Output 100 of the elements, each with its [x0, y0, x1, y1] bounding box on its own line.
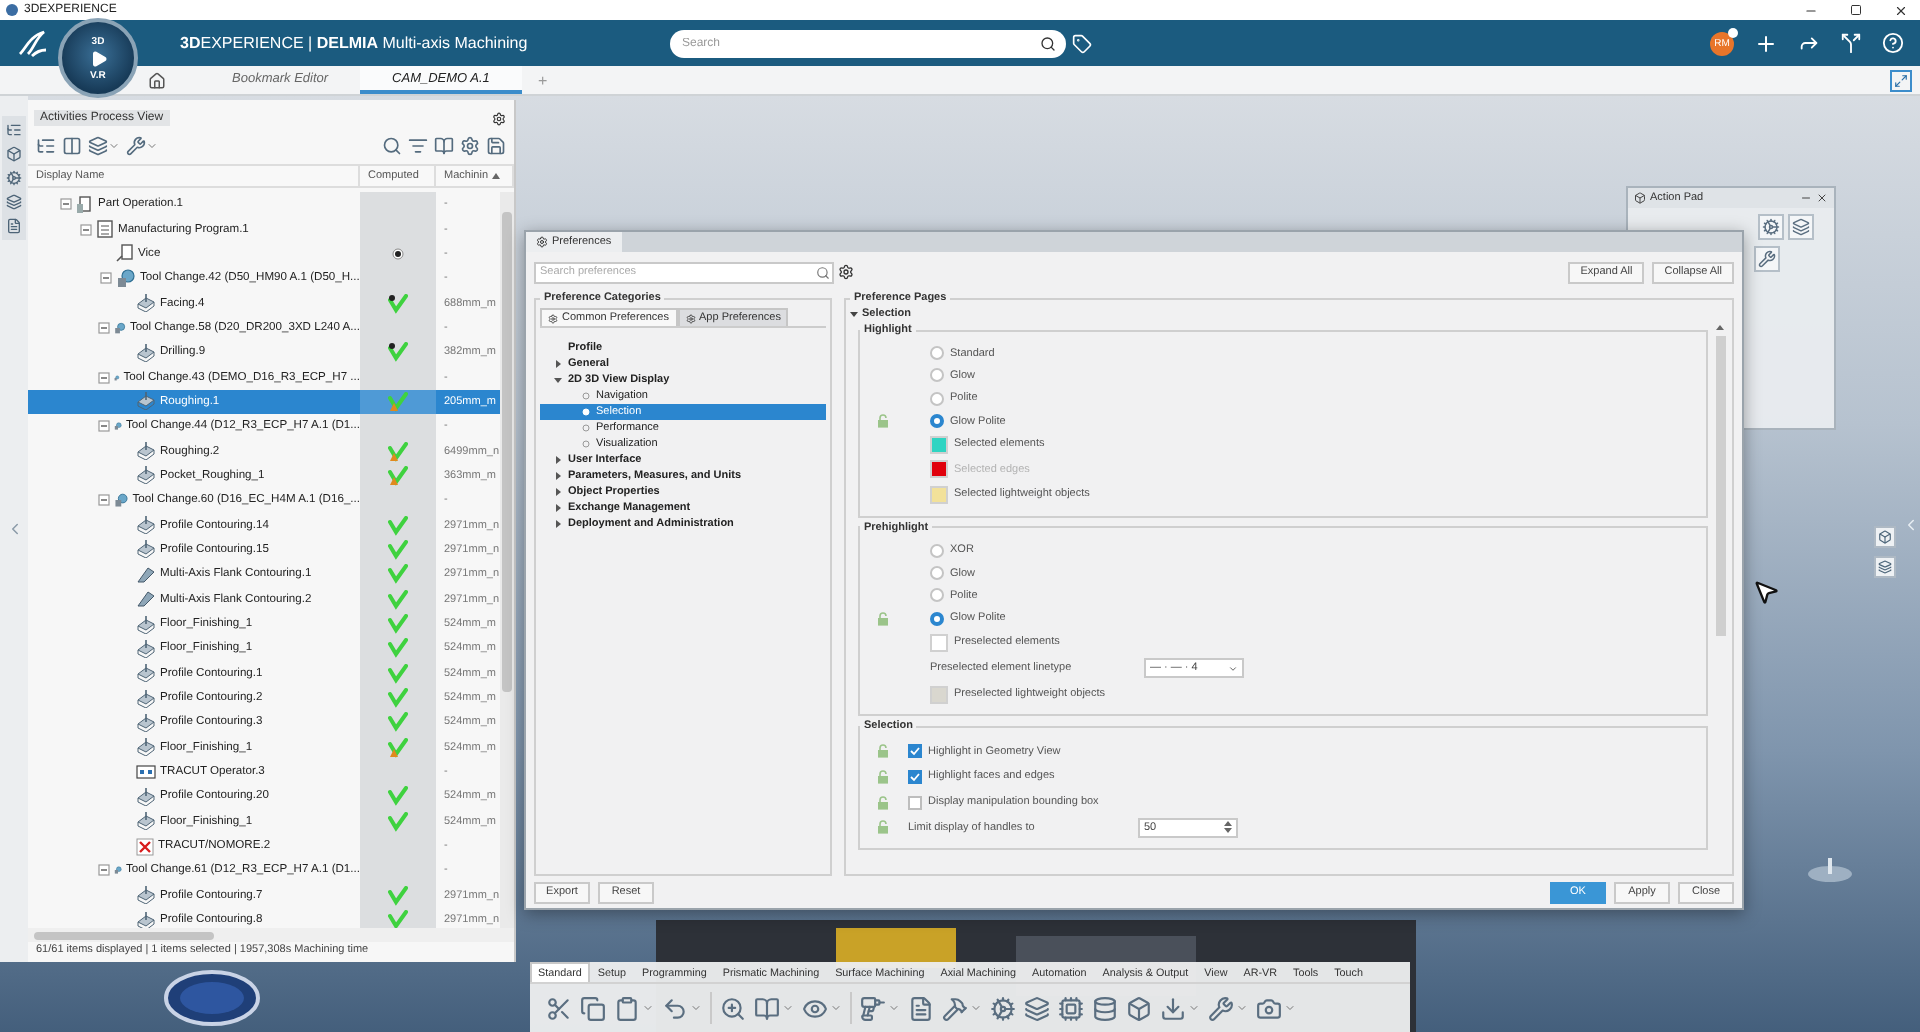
- tool-button[interactable]: [1788, 214, 1814, 240]
- play-icon[interactable]: [89, 49, 107, 67]
- color-swatch[interactable]: [930, 485, 948, 504]
- home-icon[interactable]: [148, 71, 166, 89]
- radio-button[interactable]: [930, 588, 944, 603]
- collapse-toggle[interactable]: [98, 864, 110, 877]
- collapse-toggle[interactable]: [98, 371, 110, 384]
- caret-icon[interactable]: [553, 488, 561, 496]
- collapse-toggle[interactable]: [99, 272, 111, 285]
- download-icon[interactable]: [1160, 995, 1186, 1021]
- side-tool-button[interactable]: [1874, 556, 1896, 578]
- caret-icon[interactable]: [553, 504, 561, 512]
- tree-icon[interactable]: [36, 136, 56, 156]
- checkbox[interactable]: [908, 795, 922, 810]
- cursor-icon: [1752, 578, 1780, 606]
- settings-icon[interactable]: [838, 264, 854, 280]
- camera-icon[interactable]: [1256, 995, 1282, 1021]
- color-swatch[interactable]: [930, 633, 948, 652]
- caret-icon[interactable]: [553, 472, 561, 480]
- document-icon: [116, 244, 134, 263]
- split-icon[interactable]: [1840, 32, 1862, 54]
- caret-icon[interactable]: [553, 360, 561, 368]
- tree-icon[interactable]: [6, 122, 22, 138]
- collapse-toggle[interactable]: [98, 420, 110, 433]
- collapse-toggle[interactable]: [98, 321, 110, 334]
- save-icon[interactable]: [486, 136, 506, 156]
- scissors-icon[interactable]: [546, 995, 572, 1021]
- minimize-icon[interactable]: [1800, 192, 1812, 204]
- warning-icon: [388, 441, 408, 462]
- layers-icon[interactable]: [1024, 995, 1050, 1021]
- maximize-icon[interactable]: [1850, 3, 1862, 15]
- color-swatch[interactable]: [930, 685, 948, 704]
- list-icon: [96, 220, 114, 239]
- settings-icon[interactable]: [492, 112, 506, 126]
- hammer-icon[interactable]: [942, 995, 968, 1021]
- layers-icon[interactable]: [88, 136, 108, 156]
- caret-icon[interactable]: [553, 456, 561, 464]
- layers-icon[interactable]: [6, 194, 22, 210]
- radio-button[interactable]: [930, 611, 944, 626]
- wrench-icon[interactable]: [126, 136, 146, 156]
- help-icon[interactable]: [1882, 32, 1904, 54]
- chip-icon[interactable]: [1058, 995, 1084, 1021]
- radio-button[interactable]: [930, 391, 944, 406]
- book-icon[interactable]: [434, 136, 454, 156]
- block-icon: [136, 713, 156, 732]
- check-icon: [388, 786, 408, 807]
- block-icon: [136, 911, 156, 928]
- document-icon: [76, 195, 94, 214]
- color-swatch[interactable]: [930, 435, 948, 454]
- tag-icon[interactable]: [1072, 33, 1092, 53]
- block-icon: [136, 886, 156, 905]
- sort-arrow-icon[interactable]: [492, 172, 501, 180]
- zoom-in-icon[interactable]: [720, 995, 746, 1021]
- checkbox[interactable]: [908, 769, 922, 784]
- document-icon[interactable]: [908, 995, 934, 1021]
- add-icon[interactable]: [1754, 31, 1778, 55]
- tool-button[interactable]: [1754, 246, 1780, 272]
- tool-button[interactable]: [1758, 214, 1784, 240]
- check-icon: [388, 663, 408, 684]
- block-icon: [136, 294, 156, 313]
- filter-icon[interactable]: [408, 136, 428, 156]
- app-icon: [6, 4, 18, 16]
- machine-icon: [136, 763, 156, 782]
- wrench-icon[interactable]: [1208, 995, 1234, 1021]
- document-icon[interactable]: [6, 218, 22, 234]
- fullscreen-button[interactable]: [1890, 69, 1912, 91]
- block-icon: [136, 343, 156, 362]
- clipboard-icon[interactable]: [614, 995, 640, 1021]
- radio-button[interactable]: [930, 543, 944, 558]
- radio-button[interactable]: [930, 414, 944, 429]
- caret-icon[interactable]: [553, 376, 561, 384]
- scroll-up-icon[interactable]: [1716, 324, 1724, 332]
- horizontal-scrollbar[interactable]: [28, 928, 514, 942]
- drill-icon[interactable]: [860, 995, 886, 1021]
- caret-icon[interactable]: [553, 520, 561, 528]
- collapse-toggle[interactable]: [79, 223, 91, 236]
- collapse-toggle[interactable]: [98, 494, 110, 507]
- eye-icon[interactable]: [802, 995, 828, 1021]
- dot-icon: [388, 243, 408, 264]
- undo-icon[interactable]: [662, 995, 688, 1021]
- close-icon[interactable]: [1816, 192, 1828, 204]
- checkbox[interactable]: [908, 744, 922, 759]
- scrollbar[interactable]: [500, 192, 514, 928]
- caret-icon[interactable]: [850, 310, 858, 318]
- database-icon[interactable]: [1092, 995, 1118, 1021]
- spinner-arrows-icon[interactable]: [1224, 820, 1232, 835]
- columns-icon[interactable]: [62, 136, 82, 156]
- radio-button[interactable]: [930, 566, 944, 581]
- cube-icon[interactable]: [1126, 995, 1152, 1021]
- side-tool-button[interactable]: [1874, 526, 1896, 548]
- radio-button[interactable]: [930, 368, 944, 383]
- close-icon[interactable]: [1894, 3, 1908, 17]
- copy-icon[interactable]: [580, 995, 606, 1021]
- radio-button[interactable]: [930, 346, 944, 361]
- cube-icon[interactable]: [6, 146, 22, 162]
- book-icon[interactable]: [754, 995, 780, 1021]
- forward-arrow-icon[interactable]: [1798, 32, 1820, 54]
- settings-icon[interactable]: [460, 136, 480, 156]
- block-icon: [136, 689, 156, 708]
- collapse-toggle[interactable]: [59, 198, 71, 211]
